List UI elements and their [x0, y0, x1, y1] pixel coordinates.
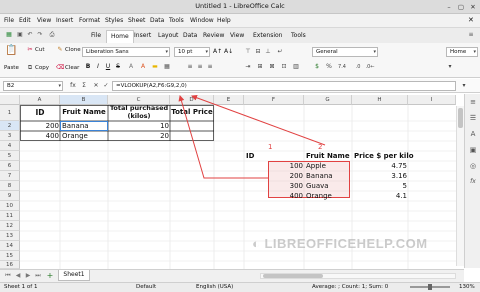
prev-sheet-icon[interactable]: ◀: [14, 272, 22, 280]
watermark-text: LIBREOFFICEHELP.COM: [264, 236, 428, 251]
sidebar-menu-icon[interactable]: ≡: [468, 98, 478, 108]
status-page-style[interactable]: Default: [136, 283, 156, 292]
gallery-icon[interactable]: ▣: [468, 146, 478, 156]
annotation-label-2: 2: [318, 143, 323, 151]
status-sheet-count: Sheet 1 of 1: [4, 284, 38, 290]
properties-icon[interactable]: ☰: [468, 114, 478, 124]
status-language[interactable]: English (USA): [196, 283, 233, 292]
zoom-level[interactable]: 130%: [459, 283, 475, 292]
styles-sidebar-icon[interactable]: A: [468, 130, 478, 140]
vertical-scrollbar[interactable]: [456, 106, 464, 266]
watermark-logo: ◐ LIBREOFFICEHELP.COM: [252, 236, 427, 254]
zoom-slider-thumb[interactable]: [428, 284, 432, 290]
status-summary[interactable]: Average: ; Count: 1; Sum: 0: [312, 283, 388, 292]
sidebar-deck: ≡ ☰ A ▣ ◎ fx: [464, 94, 480, 268]
status-bar: Sheet 1 of 1 Default English (USA) Avera…: [0, 282, 480, 292]
horizontal-scroll-thumb[interactable]: [263, 274, 323, 278]
last-sheet-icon[interactable]: ⏭: [34, 272, 42, 280]
watermark-symbol-icon: ◐: [252, 236, 261, 251]
annotation-label-1: 1: [268, 143, 273, 151]
add-sheet-icon[interactable]: +: [46, 272, 54, 280]
sheet-tab-bar: ⏮ ◀ ▶ ⏭ + Sheet1: [0, 269, 464, 282]
first-sheet-icon[interactable]: ⏮: [4, 272, 12, 280]
functions-icon[interactable]: fx: [468, 178, 478, 188]
vertical-scroll-thumb[interactable]: [458, 108, 463, 128]
next-sheet-icon[interactable]: ▶: [24, 272, 32, 280]
horizontal-scrollbar[interactable]: [260, 273, 456, 279]
sheet-tab-sheet1[interactable]: Sheet1: [58, 270, 90, 281]
navigator-icon[interactable]: ◎: [468, 162, 478, 172]
